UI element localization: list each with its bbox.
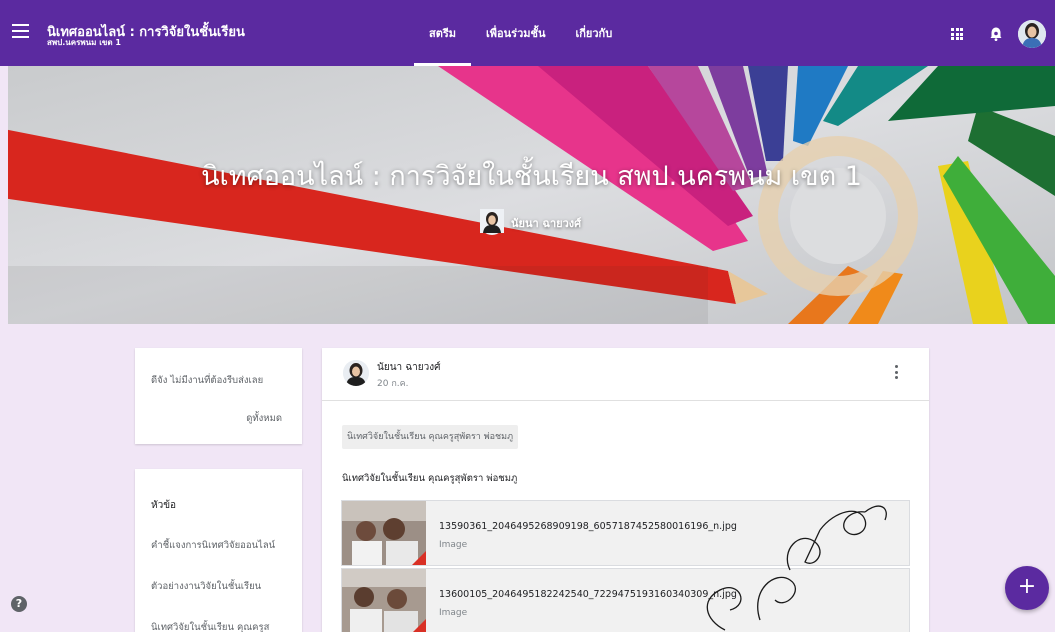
post-date: 20 ก.ค. xyxy=(377,379,409,389)
topics-card: หัวข้อ คำชี้แจงการนิเทศวิจัยออนไลน์ ตัวอ… xyxy=(135,469,302,632)
attachment-thumbnail xyxy=(342,569,426,632)
stream-post: นัยนา ฉายวงศ์ 20 ก.ค. นิเทศวิจัยในชั้นเร… xyxy=(322,348,929,632)
teacher-avatar xyxy=(480,209,504,235)
attachment-filename: 13590361_2046495268909198_60571874525800… xyxy=(439,521,737,532)
author-avatar xyxy=(343,360,369,386)
post-author[interactable]: นัยนา ฉายวงศ์ xyxy=(377,360,440,375)
topics-heading: หัวข้อ xyxy=(151,500,177,511)
topic-item[interactable]: ตัวอย่างงานวิจัยในชั้นเรียน xyxy=(151,579,261,594)
topic-item[interactable]: คำชี้แจงการนิเทศวิจัยออนไลน์ xyxy=(151,538,275,553)
attachment-type: Image xyxy=(439,608,468,618)
class-banner: นิเทศออนไลน์ : การวิจัยในชั้นเรียน สพป.น… xyxy=(8,66,1055,324)
upcoming-message: ดีจัง ไม่มีงานที่ต้องรีบส่งเลย xyxy=(151,375,264,386)
top-app-bar: นิเทศออนไลน์ : การวิจัยในชั้นเรียน สพป.น… xyxy=(0,0,1055,66)
apps-icon[interactable] xyxy=(951,28,963,40)
attachment-card[interactable]: 13600105_2046495182242540_72294751931603… xyxy=(341,568,910,632)
topic-chip[interactable]: นิเทศวิจัยในชั้นเรียน คุณครูสุพัตรา พ่อช… xyxy=(342,425,519,449)
tab-classmates[interactable]: เพื่อนร่วมชั้น xyxy=(471,0,560,66)
tab-bar: สตรีม เพื่อนร่วมชั้น เกี่ยวกับ xyxy=(414,0,627,66)
attachment-card[interactable]: 13590361_2046495268909198_60571874525800… xyxy=(341,500,910,566)
more-options-icon[interactable] xyxy=(895,365,899,381)
topic-item[interactable]: นิเทศวิจัยในชั้นเรียน คุณครูส xyxy=(151,620,269,632)
attachment-type: Image xyxy=(439,540,468,550)
banner-teacher: นัยนา ฉายวงศ์ xyxy=(480,209,581,237)
banner-class-title: นิเทศออนไลน์ : การวิจัยในชั้นเรียน สพป.น… xyxy=(201,161,862,192)
attachment-filename: 13600105_2046495182242540_72294751931603… xyxy=(439,589,737,600)
notification-icon[interactable] xyxy=(990,27,1002,41)
add-post-button[interactable]: + xyxy=(1005,566,1049,610)
post-text: นิเทศวิจัยในชั้นเรียน คุณครูสุพัตรา พ่อช… xyxy=(342,473,518,484)
tab-stream[interactable]: สตรีม xyxy=(414,0,472,66)
attachment-thumbnail xyxy=(342,501,426,565)
post-divider xyxy=(322,400,929,401)
class-subtitle: สพป.นครพนม เขต 1 xyxy=(47,38,121,47)
view-all-link[interactable]: ดูทั้งหมด xyxy=(246,411,282,426)
teacher-name: นัยนา ฉายวงศ์ xyxy=(511,217,582,230)
tab-about[interactable]: เกี่ยวกับ xyxy=(561,0,628,66)
account-avatar[interactable] xyxy=(1018,20,1046,48)
menu-icon[interactable] xyxy=(12,24,29,38)
upcoming-card: ดีจัง ไม่มีงานที่ต้องรีบส่งเลย ดูทั้งหมด xyxy=(135,348,302,444)
help-icon[interactable]: ? xyxy=(11,596,27,612)
